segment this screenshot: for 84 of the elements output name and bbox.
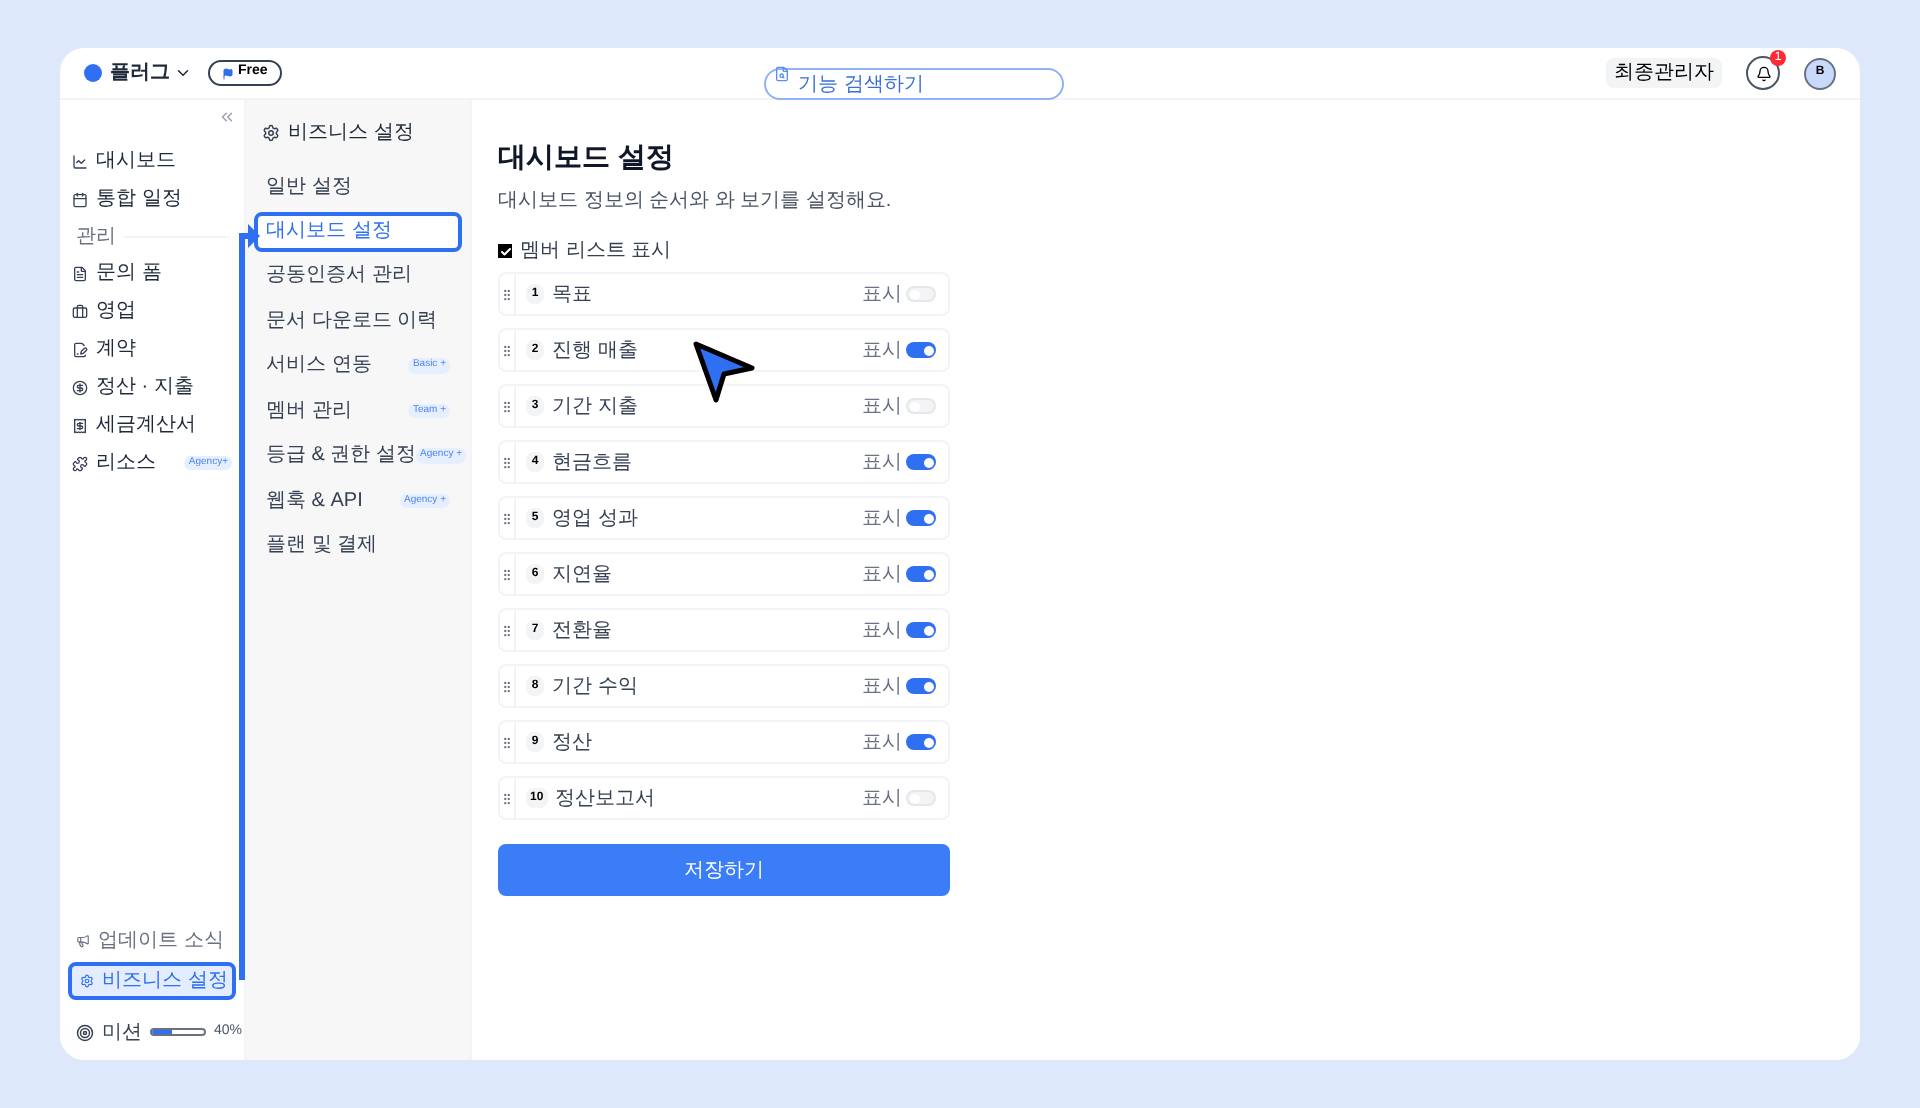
display-toggle[interactable] [906,398,936,414]
chart-icon [72,153,88,169]
sidebar-item[interactable]: 업데이트 소식 [68,924,236,958]
sidebar-item[interactable]: 비즈니스 설정 [68,962,236,1000]
widget-label: 정산보고서 [555,785,656,813]
widget-label: 기간 지출 [552,393,638,421]
settings-nav-title: 비즈니스 설정 [288,119,414,147]
sidebar-item[interactable]: 통합 일정 [68,180,236,218]
display-toggle[interactable] [906,790,936,806]
flag-icon [222,67,234,79]
contract-icon [72,341,88,357]
workspace-switcher[interactable]: 플러그 [110,58,192,88]
settings-nav-item[interactable]: 일반 설정 [254,164,462,209]
drag-handle-icon[interactable] [500,567,514,581]
coin-icon [72,379,88,395]
page-description: 대시보드 정보의 순서와 와 보기를 설정해요. [498,188,894,216]
widget-label: 진행 매출 [552,337,638,365]
sidebar-item[interactable]: 계약 [68,330,236,368]
settings-nav-item[interactable]: 대시보드 설정 [254,211,462,251]
toggle-label: 표시 [862,281,902,309]
drag-handle-icon[interactable] [500,343,514,357]
drag-handle-icon[interactable] [500,623,514,637]
role-badge: 최종관리자 [1606,58,1722,88]
drag-handle-icon[interactable] [500,791,514,805]
toggle-label: 표시 [862,449,902,477]
bell-icon [1755,65,1771,81]
settings-nav-item[interactable]: 문서 다운로드 이력 [254,298,462,343]
display-toggle[interactable] [906,678,936,694]
toggle-label: 표시 [862,561,902,589]
settings-icon [262,123,280,141]
section-label: 관리 [76,223,116,251]
sidebar-item[interactable]: 대시보드 [68,142,236,180]
toggle-label: 표시 [862,337,902,365]
megaphone-icon [76,934,90,948]
display-toggle[interactable] [906,286,936,302]
drag-handle-icon[interactable] [500,735,514,749]
widget-label: 목표 [552,281,592,309]
drag-handle-icon[interactable] [500,287,514,301]
toggle-label: 표시 [862,505,902,533]
search-field[interactable]: 기능 검색하기 [764,68,1064,100]
workspace-logo-icon [84,64,102,82]
mission-label: 미션 [102,1019,142,1047]
target-icon [76,1023,94,1041]
display-toggle[interactable] [906,566,936,582]
drag-handle-icon[interactable] [500,679,514,693]
collapse-icon[interactable] [218,108,236,126]
cursor-pointer-icon [692,340,756,404]
drag-handle-icon[interactable] [500,399,514,413]
chevron-icon [174,64,192,82]
drag-handle-icon[interactable] [500,511,514,525]
display-toggle[interactable] [906,510,936,526]
toggle-label: 표시 [862,785,902,813]
widget-label: 정산 [552,729,592,757]
document-icon [72,265,88,281]
settings-nav-item[interactable]: 공동인증서 관리 [254,253,462,298]
save-button[interactable]: 저장하기 [498,844,950,896]
settings-nav-item[interactable]: 플랜 및 결제 [254,523,462,568]
settings-icon [80,974,94,988]
sidebar-item[interactable]: 문의 폼 [68,254,236,292]
drag-handle-icon[interactable] [500,455,514,469]
sidebar-item[interactable]: 정산 · 지출 [68,368,236,406]
search-icon [774,65,790,81]
widget-label: 지연율 [552,561,612,589]
checkbox-label: 멤버 리스트 표시 [520,238,672,266]
member-list-checkbox[interactable] [498,244,512,258]
sidebar-item[interactable]: 세금계산서 [68,406,236,444]
toggle-label: 표시 [862,617,902,645]
toggle-label: 표시 [862,729,902,757]
toggle-label: 표시 [862,393,902,421]
receipt-icon [72,417,88,433]
calendar-icon [72,191,88,207]
display-toggle[interactable] [906,622,936,638]
widget-label: 전환율 [552,617,612,645]
puzzle-icon [72,455,88,471]
briefcase-icon [72,303,88,319]
display-toggle[interactable] [906,734,936,750]
sidebar-item[interactable]: 영업 [68,292,236,330]
widget-label: 현금흐름 [552,449,632,477]
widget-label: 기간 수익 [552,673,638,701]
widget-label: 영업 성과 [552,505,638,533]
page-title: 대시보드 설정 [498,138,676,176]
display-toggle[interactable] [906,454,936,470]
toggle-label: 표시 [862,673,902,701]
display-toggle[interactable] [906,342,936,358]
